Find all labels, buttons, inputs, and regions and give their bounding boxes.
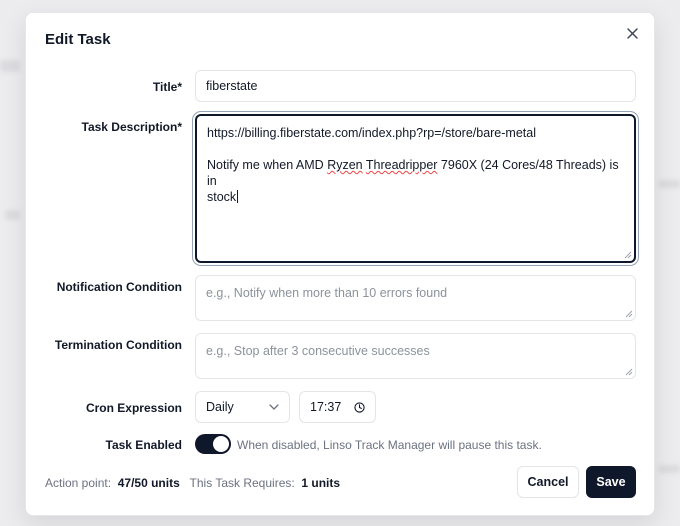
- resize-handle-icon[interactable]: [624, 251, 632, 259]
- termination-placeholder: e.g., Stop after 3 consecutive successes: [206, 344, 430, 358]
- requires-label: This Task Requires:: [189, 476, 295, 490]
- save-button[interactable]: Save: [586, 466, 636, 498]
- title-label: Title*: [152, 80, 182, 94]
- action-point-value: 47/50 units: [117, 476, 180, 490]
- description-blank-line: [207, 141, 624, 157]
- close-icon: [626, 27, 638, 39]
- title-value: fiberstate: [206, 79, 258, 93]
- description-textarea[interactable]: https://billing.fiberstate.com/index.php…: [195, 114, 636, 263]
- description-text: Notify me when AMD: [207, 158, 328, 172]
- cancel-button[interactable]: Cancel: [517, 466, 579, 498]
- cron-time-value: 17:37: [310, 400, 342, 414]
- notification-condition-textarea[interactable]: e.g., Notify when more than 10 errors fo…: [195, 275, 636, 321]
- description-line-2: Notify me when AMD Ryzen Threadripper 79…: [207, 157, 624, 189]
- resize-handle-icon[interactable]: [625, 310, 633, 318]
- clock-icon[interactable]: [354, 401, 365, 413]
- cron-frequency-value: Daily: [206, 400, 234, 414]
- notification-placeholder: e.g., Notify when more than 10 errors fo…: [206, 286, 448, 300]
- description-line-1: https://billing.fiberstate.com/index.php…: [207, 126, 536, 140]
- termination-condition-label: Termination Condition: [54, 338, 182, 352]
- description-line-3: stock: [207, 189, 624, 205]
- text-caret: [237, 190, 239, 203]
- spellcheck-word: Ryzen: [327, 158, 363, 172]
- description-text: stock: [207, 190, 237, 204]
- background-element: [658, 180, 680, 188]
- edit-task-dialog: Edit Task Title* fiberstate Task Descrip…: [25, 12, 655, 516]
- close-button[interactable]: [622, 23, 642, 43]
- usage-info: Action point: 47/50 units This Task Requ…: [45, 476, 340, 490]
- chevron-down-icon: [269, 404, 279, 410]
- task-enabled-hint: When disabled, Linso Track Manager will …: [237, 438, 542, 452]
- toggle-knob: [213, 436, 229, 452]
- cron-frequency-select[interactable]: Daily: [195, 391, 290, 423]
- notification-condition-label: Notification Condition: [56, 280, 182, 294]
- background-element: [5, 210, 20, 220]
- description-label: Task Description*: [81, 120, 182, 134]
- requires-value: 1 units: [301, 476, 341, 490]
- spellcheck-word: Threadripper: [365, 158, 438, 172]
- task-enabled-toggle[interactable]: [195, 434, 231, 454]
- background-element: [0, 60, 20, 72]
- background-element: [658, 465, 680, 473]
- cron-expression-label: Cron Expression: [85, 401, 182, 415]
- task-enabled-label: Task Enabled: [105, 438, 182, 452]
- termination-condition-textarea[interactable]: e.g., Stop after 3 consecutive successes: [195, 333, 636, 379]
- title-input[interactable]: fiberstate: [195, 70, 636, 102]
- cron-time-input[interactable]: 17:37: [299, 391, 376, 423]
- action-point-label: Action point:: [45, 476, 112, 490]
- dialog-title: Edit Task: [45, 31, 111, 48]
- resize-handle-icon[interactable]: [625, 368, 633, 376]
